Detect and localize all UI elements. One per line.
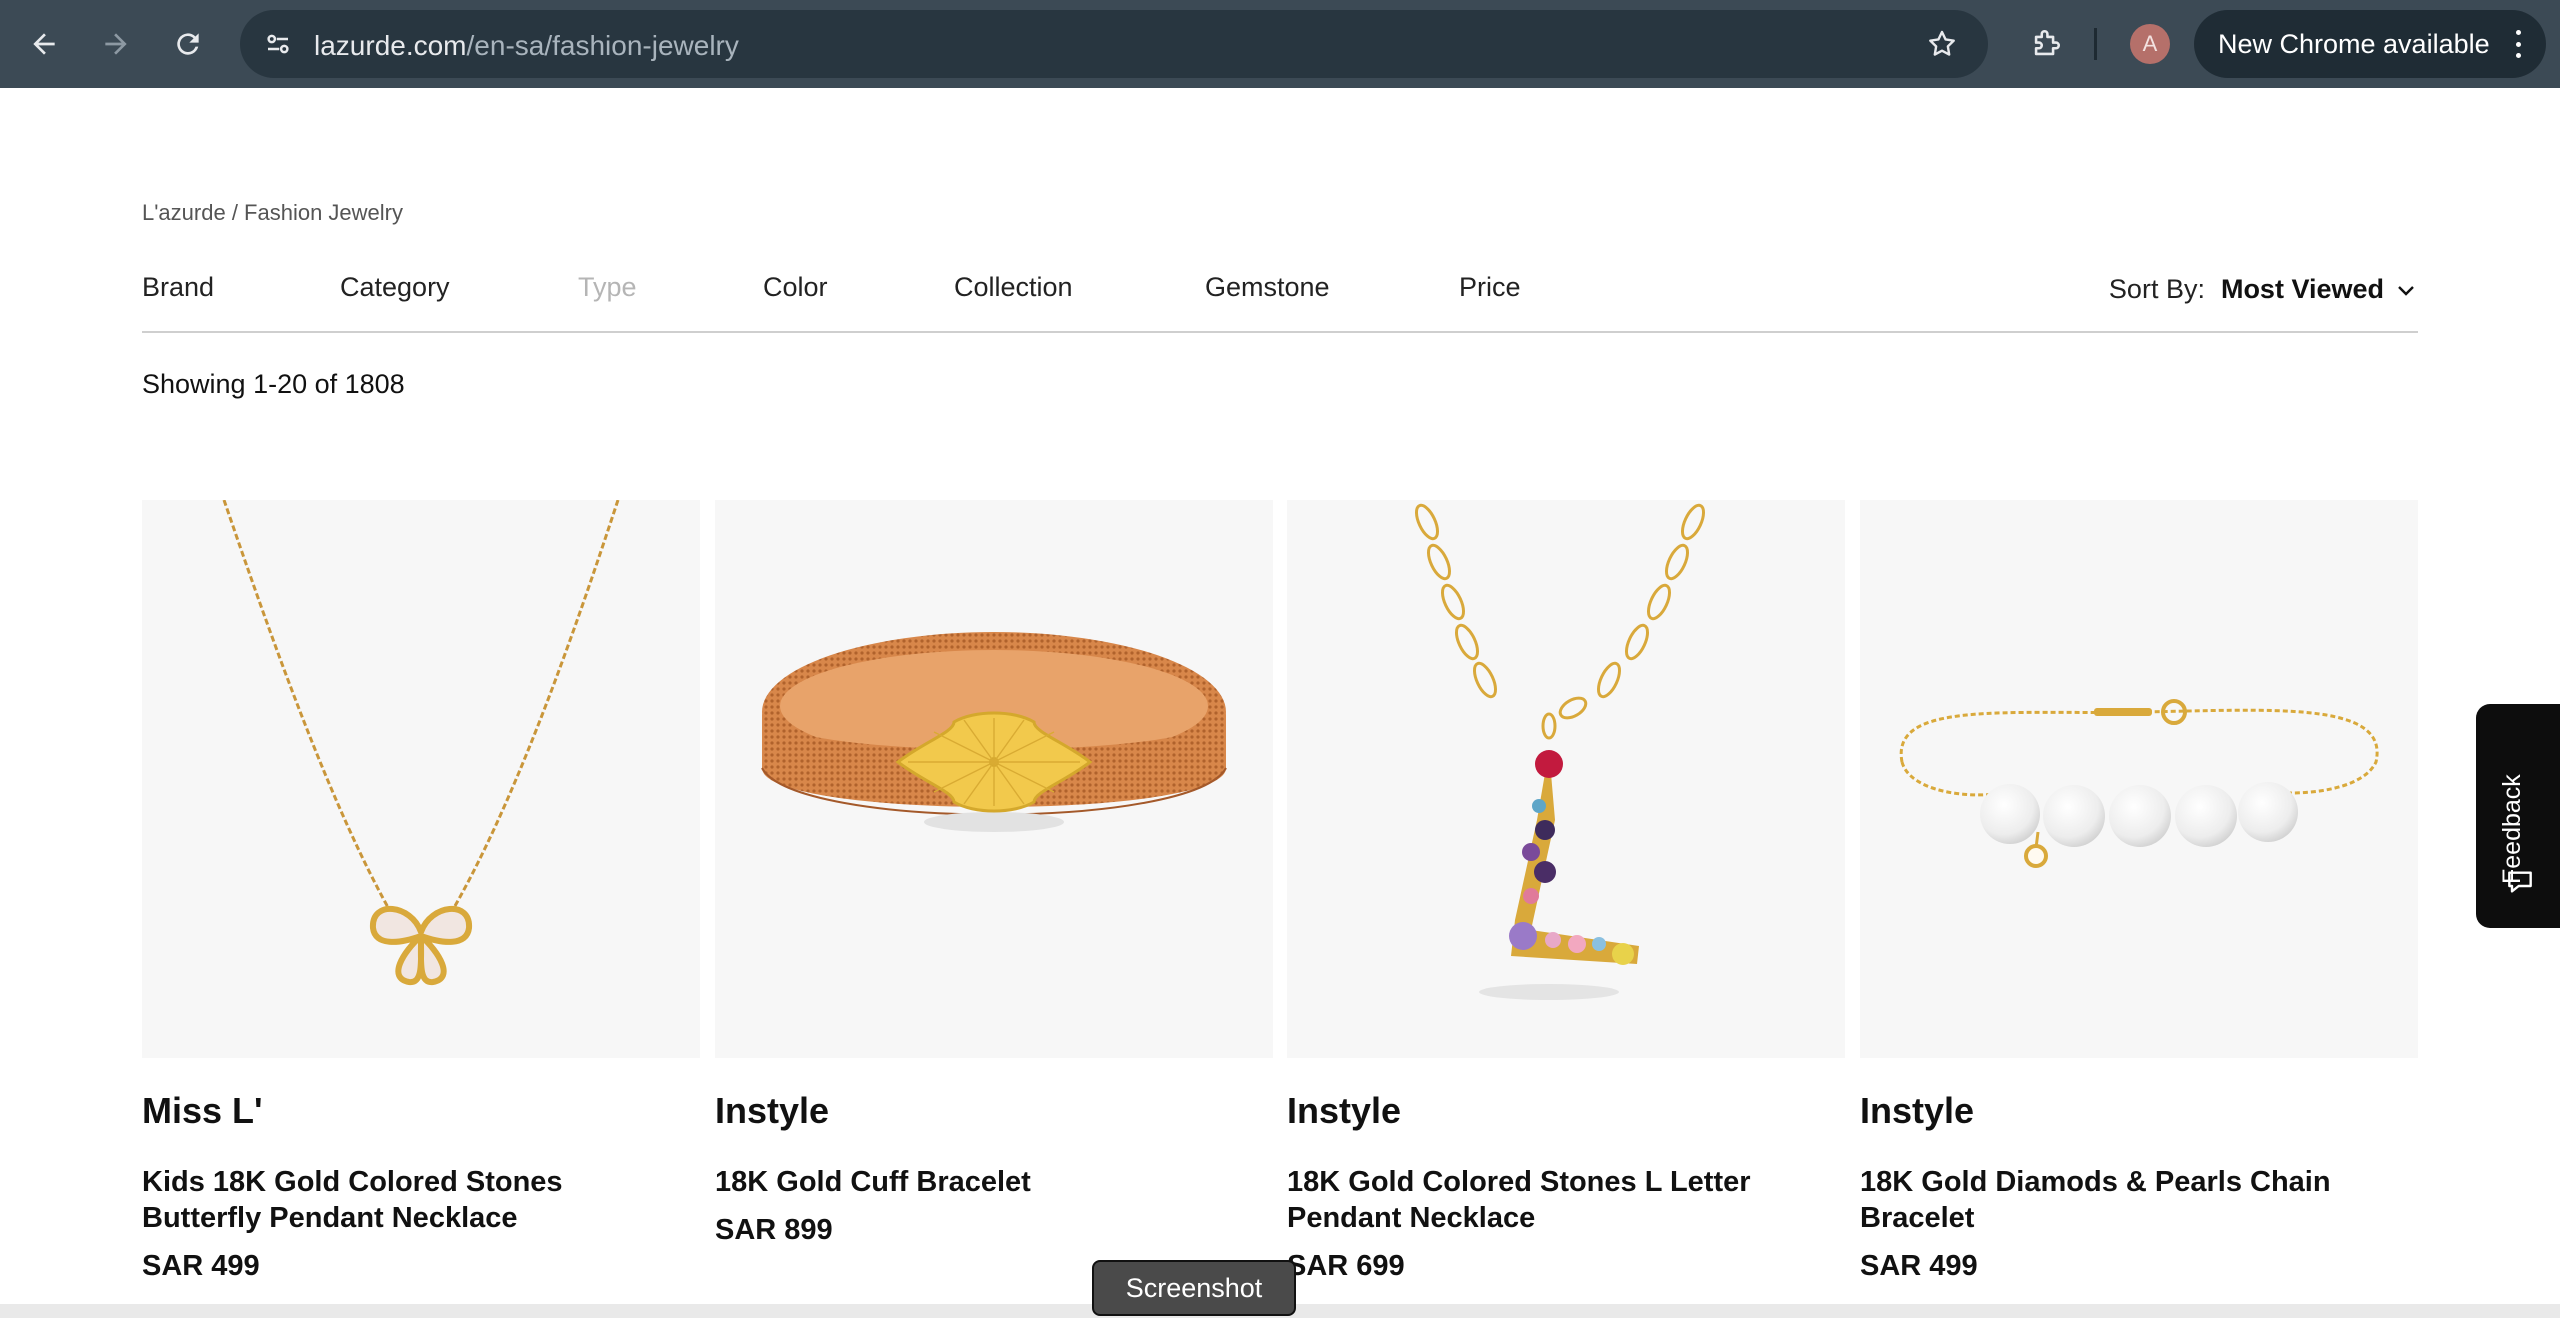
filter-collection[interactable]: Collection xyxy=(954,272,1073,303)
product-image-pearl-chain-bracelet[interactable] xyxy=(1860,500,2418,1058)
site-settings-icon[interactable] xyxy=(258,24,298,64)
filter-bar: Brand Category Type Color Collection Gem… xyxy=(142,272,1642,312)
chrome-update-label: New Chrome available xyxy=(2218,28,2490,59)
filter-category[interactable]: Category xyxy=(340,272,450,303)
sort-label: Sort By: xyxy=(2108,274,2205,304)
product-image-butterfly-necklace[interactable] xyxy=(142,500,700,1058)
product-brand[interactable]: Instyle xyxy=(1860,1090,1974,1132)
product-name[interactable]: 18K Gold Colored Stones L Letter Pendant… xyxy=(1287,1164,1827,1236)
result-count: Showing 1-20 of 1808 xyxy=(142,369,405,399)
screenshot-tooltip: Screenshot xyxy=(1092,1260,1296,1316)
back-button[interactable] xyxy=(20,20,68,68)
product-price: SAR 899 xyxy=(715,1214,833,1246)
feedback-icon xyxy=(2508,871,2532,893)
breadcrumb[interactable]: L'azurde / Fashion Jewelry xyxy=(142,200,403,226)
bookmark-star-icon[interactable] xyxy=(1922,24,1962,64)
product-card[interactable]: Instyle 18K Gold Colored Stones L Letter… xyxy=(1287,500,1845,1282)
product-image-letter-l-necklace[interactable] xyxy=(1287,500,1845,1058)
product-name[interactable]: Kids 18K Gold Colored Stones Butterfly P… xyxy=(142,1164,682,1236)
arrow-left-icon xyxy=(33,33,55,55)
product-card[interactable]: Miss L' Kids 18K Gold Colored Stones But… xyxy=(142,500,700,1282)
product-name[interactable]: 18K Gold Diamods & Pearls Chain Bracelet xyxy=(1860,1164,2400,1236)
chevron-down-icon[interactable] xyxy=(2394,278,2418,302)
product-price: SAR 499 xyxy=(142,1250,260,1282)
toolbar-separator xyxy=(2094,28,2097,60)
address-bar[interactable]: lazurde.com/en-sa/fashion-jewelry xyxy=(240,10,1988,78)
filter-price[interactable]: Price xyxy=(1459,272,1521,303)
filter-type[interactable]: Type xyxy=(578,272,637,303)
product-image-mesh-cuff-bracelet[interactable] xyxy=(715,500,1273,1058)
product-price: SAR 699 xyxy=(1287,1250,1405,1282)
product-card[interactable]: Instyle 18K Gold Cuff Bracelet SAR 899 xyxy=(715,500,1273,1246)
product-brand[interactable]: Instyle xyxy=(1287,1090,1401,1132)
product-brand[interactable]: Instyle xyxy=(715,1090,829,1132)
sort-value[interactable]: Most Viewed xyxy=(2221,274,2384,305)
filter-color[interactable]: Color xyxy=(763,272,828,303)
profile-avatar[interactable]: A xyxy=(2130,24,2170,64)
product-name[interactable]: 18K Gold Cuff Bracelet xyxy=(715,1164,1255,1200)
extensions-puzzle-icon[interactable] xyxy=(2022,20,2070,68)
url-path: /en-sa/fashion-jewelry xyxy=(466,30,739,61)
url-host: lazurde.com xyxy=(314,30,467,61)
product-price: SAR 499 xyxy=(1860,1250,1978,1282)
sort-dropdown[interactable]: Sort By: Most Viewed xyxy=(2109,274,2418,305)
chrome-update-button[interactable]: New Chrome available xyxy=(2194,10,2546,78)
feedback-tab[interactable]: Feedback xyxy=(2476,704,2560,928)
filter-brand[interactable]: Brand xyxy=(142,272,214,303)
forward-button[interactable] xyxy=(92,20,140,68)
reload-button[interactable] xyxy=(164,20,212,68)
arrow-right-icon xyxy=(105,33,127,55)
kebab-menu-icon[interactable] xyxy=(2508,26,2528,62)
product-brand[interactable]: Miss L' xyxy=(142,1090,263,1132)
product-card[interactable]: Instyle 18K Gold Diamods & Pearls Chain … xyxy=(1860,500,2418,1282)
filter-gemstone[interactable]: Gemstone xyxy=(1205,272,1330,303)
url-text[interactable]: lazurde.com/en-sa/fashion-jewelry xyxy=(314,30,739,62)
browser-toolbar: lazurde.com/en-sa/fashion-jewelry A New … xyxy=(0,0,2560,88)
reload-icon xyxy=(177,33,199,55)
filter-divider xyxy=(142,331,2418,333)
